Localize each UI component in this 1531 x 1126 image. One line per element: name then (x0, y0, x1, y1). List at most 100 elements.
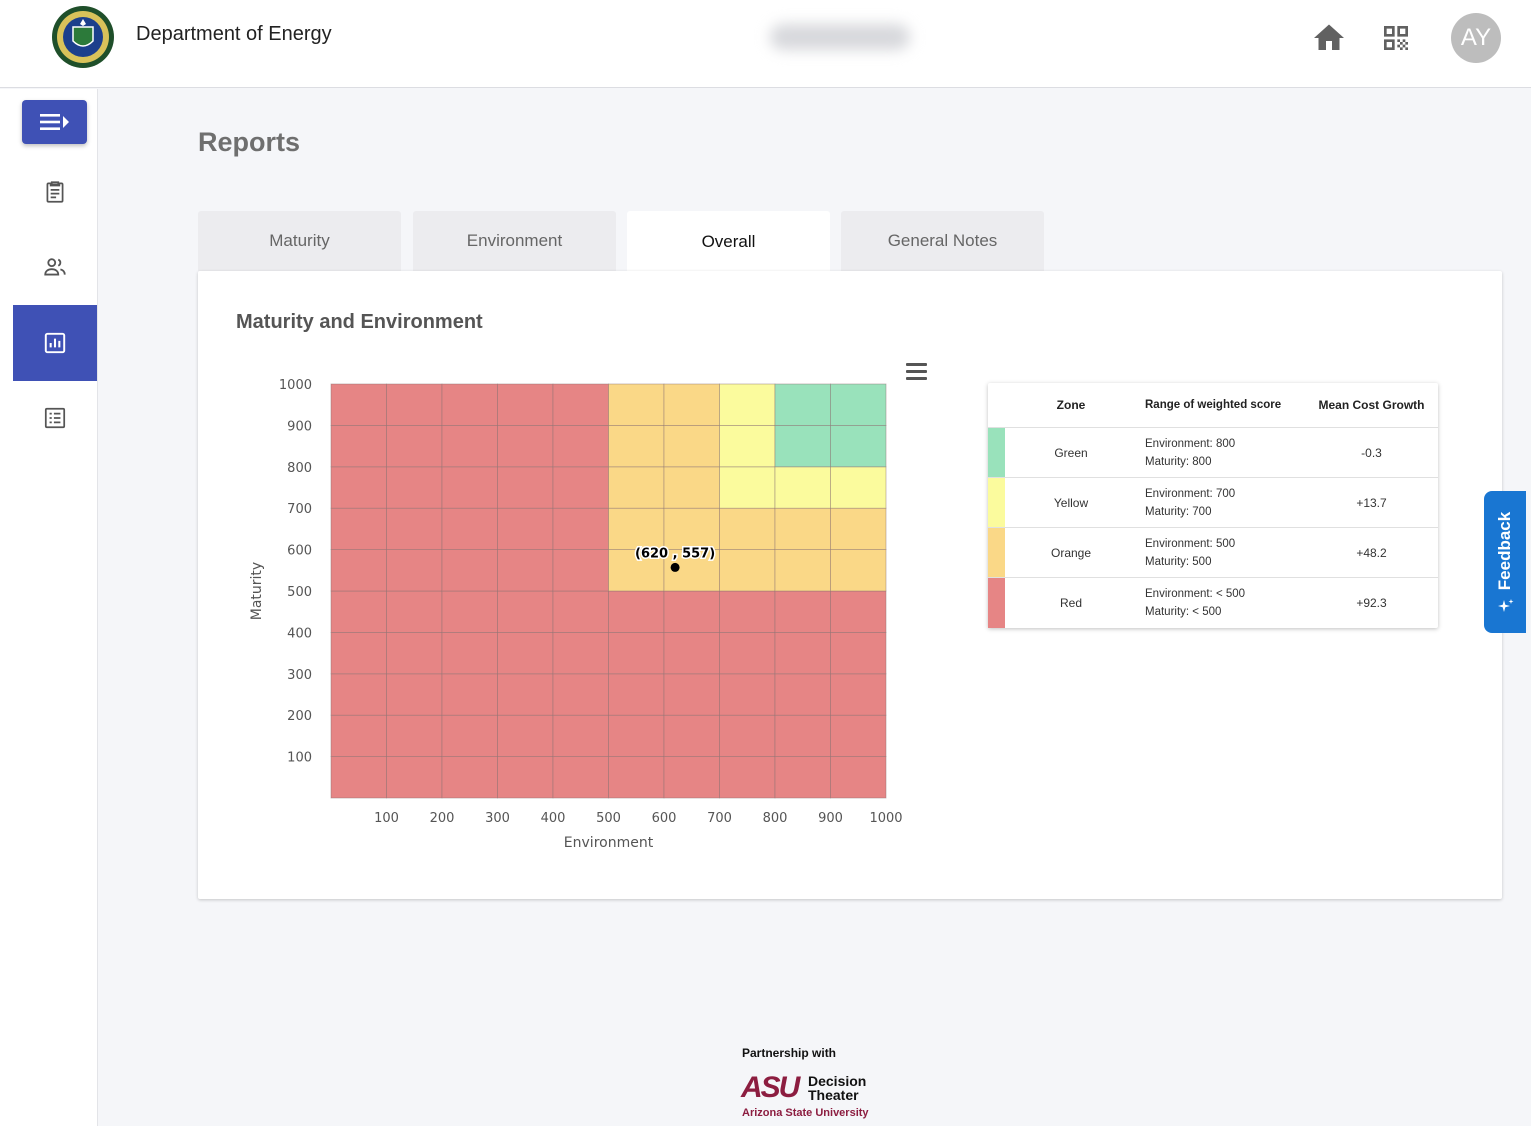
y-tick-label: 300 (287, 668, 312, 683)
heatmap-cell-red (552, 714, 609, 758)
asu-decision-theater-logo: ASU Decision Theater Arizona State Unive… (741, 1072, 881, 1122)
heatmap-cell-red (441, 714, 498, 758)
heatmap-cell-red (552, 466, 609, 509)
zone-table: Zone Range of weighted score Mean Cost G… (988, 383, 1438, 628)
sidebar-item-list[interactable] (13, 380, 97, 456)
heatmap-cell-red (663, 673, 720, 716)
heatmap-cell-red (441, 466, 498, 509)
sidebar-item-users[interactable] (13, 229, 97, 305)
zone-name: Red (1059, 596, 1082, 610)
range-maturity: Maturity: 500 (1145, 555, 1212, 568)
zone-row-orange: Orange Environment: 500 Maturity: 500 +4… (988, 528, 1438, 578)
heatmap-cell-green (830, 424, 887, 468)
heatmap-cell-red (719, 756, 776, 799)
heatmap-cell-red (774, 631, 831, 675)
heatmap-cell-red (441, 756, 498, 799)
tab-overall[interactable]: Overall (627, 211, 830, 273)
x-tick-label: 700 (707, 811, 732, 826)
heatmap-cell-red (330, 466, 387, 509)
heatmap-cell-red (497, 631, 554, 675)
zone-name: Orange (1050, 545, 1092, 560)
heatmap-cell-red (552, 424, 609, 468)
y-tick-label: 200 (287, 709, 312, 724)
sidebar-item-reports[interactable] (13, 305, 97, 381)
heatmap-cell-red (386, 466, 443, 509)
heatmap-cell-red (441, 673, 498, 716)
feedback-button[interactable]: Feedback (1484, 491, 1526, 633)
heatmap-cell-orange (774, 507, 831, 550)
heatmap-cell-red (330, 714, 387, 758)
heatmap-cell-red (386, 673, 443, 716)
range-environment: Environment: 800 (1145, 437, 1236, 450)
heatmap-cell-red (386, 424, 443, 468)
x-tick-label: 1000 (869, 811, 902, 826)
mean-cost-growth: +13.7 (1356, 495, 1387, 510)
heatmap-cell-red (386, 756, 443, 799)
mean-cost-growth: +92.3 (1356, 596, 1387, 610)
heatmap-cell-red (497, 424, 554, 468)
heatmap-cell-yellow (830, 466, 887, 509)
org-name: Department of Energy (136, 23, 332, 45)
heatmap-cell-red (608, 590, 665, 633)
tab-maturity[interactable]: Maturity (198, 211, 401, 271)
y-tick-label: 500 (287, 585, 312, 600)
sidebar-toggle-button[interactable] (22, 100, 87, 144)
heatmap-cell-red (330, 383, 387, 426)
x-tick-label: 400 (541, 811, 566, 826)
qr-code-icon[interactable] (1380, 22, 1412, 54)
tab-general-notes[interactable]: General Notes (841, 211, 1044, 271)
y-axis-label: Maturity (249, 562, 265, 620)
sparkle-icon (1498, 599, 1514, 612)
range-maturity: Maturity: < 500 (1145, 606, 1222, 618)
heatmap-cell-red (330, 590, 387, 633)
home-icon[interactable] (1311, 20, 1347, 56)
heatmap-cell-red (608, 631, 665, 675)
x-tick-label: 300 (485, 811, 510, 826)
heatmap-cell-orange (830, 549, 887, 592)
heatmap-cell-red (497, 673, 554, 716)
x-tick-label: 200 (430, 811, 455, 826)
heatmap-cell-red (330, 424, 387, 468)
heatmap-cell-red (719, 631, 776, 675)
bar-chart-icon (44, 332, 66, 354)
user-avatar[interactable]: AY (1451, 13, 1501, 63)
heatmap-cell-orange (608, 383, 665, 426)
zone-row-red: Red Environment: < 500 Maturity: < 500 +… (988, 578, 1438, 628)
heatmap-cell-red (774, 590, 831, 633)
partnership-text: Partnership with (742, 1046, 837, 1060)
header-range: Range of weighted score (1145, 399, 1282, 411)
heatmap-cell-orange (663, 466, 720, 509)
heatmap-cell-red (552, 631, 609, 675)
heatmap-cell-red (386, 549, 443, 592)
heatmap-cell-red (608, 673, 665, 716)
tab-environment[interactable]: Environment (413, 211, 616, 271)
zone-swatch (988, 528, 1005, 577)
mean-cost-growth: -0.3 (1361, 445, 1382, 460)
range-maturity: Maturity: 700 (1145, 505, 1212, 518)
heatmap-cell-red (774, 756, 831, 799)
zone-row-yellow: Yellow Environment: 700 Maturity: 700 +1… (988, 478, 1438, 528)
y-tick-label: 1000 (279, 378, 312, 393)
data-point-label: (620 , 557) (635, 546, 715, 561)
heatmap-cell-orange (774, 549, 831, 592)
sidebar-item-assessments[interactable] (13, 154, 97, 230)
heatmap-cell-orange (830, 507, 887, 550)
heatmap-cell-red (386, 383, 443, 426)
heatmap-cell-red (497, 714, 554, 758)
heatmap-cell-red (552, 590, 609, 633)
heatmap-cell-red (663, 714, 720, 758)
chart-menu-icon[interactable] (906, 363, 927, 380)
heatmap-cell-red (608, 714, 665, 758)
zone-swatch (988, 478, 1005, 527)
logo-university: Arizona State University (742, 1107, 869, 1119)
y-tick-label: 600 (287, 544, 312, 559)
heatmap-cell-orange (663, 507, 720, 550)
heatmap-cell-red (663, 590, 720, 633)
heatmap-cell-red (330, 507, 387, 550)
blurred-project-name (770, 24, 910, 50)
data-point (670, 562, 680, 572)
heatmap-cell-green (774, 383, 831, 426)
heatmap-cell-red (830, 714, 887, 758)
heatmap-cell-red (608, 756, 665, 799)
zone-swatch (988, 428, 1005, 477)
